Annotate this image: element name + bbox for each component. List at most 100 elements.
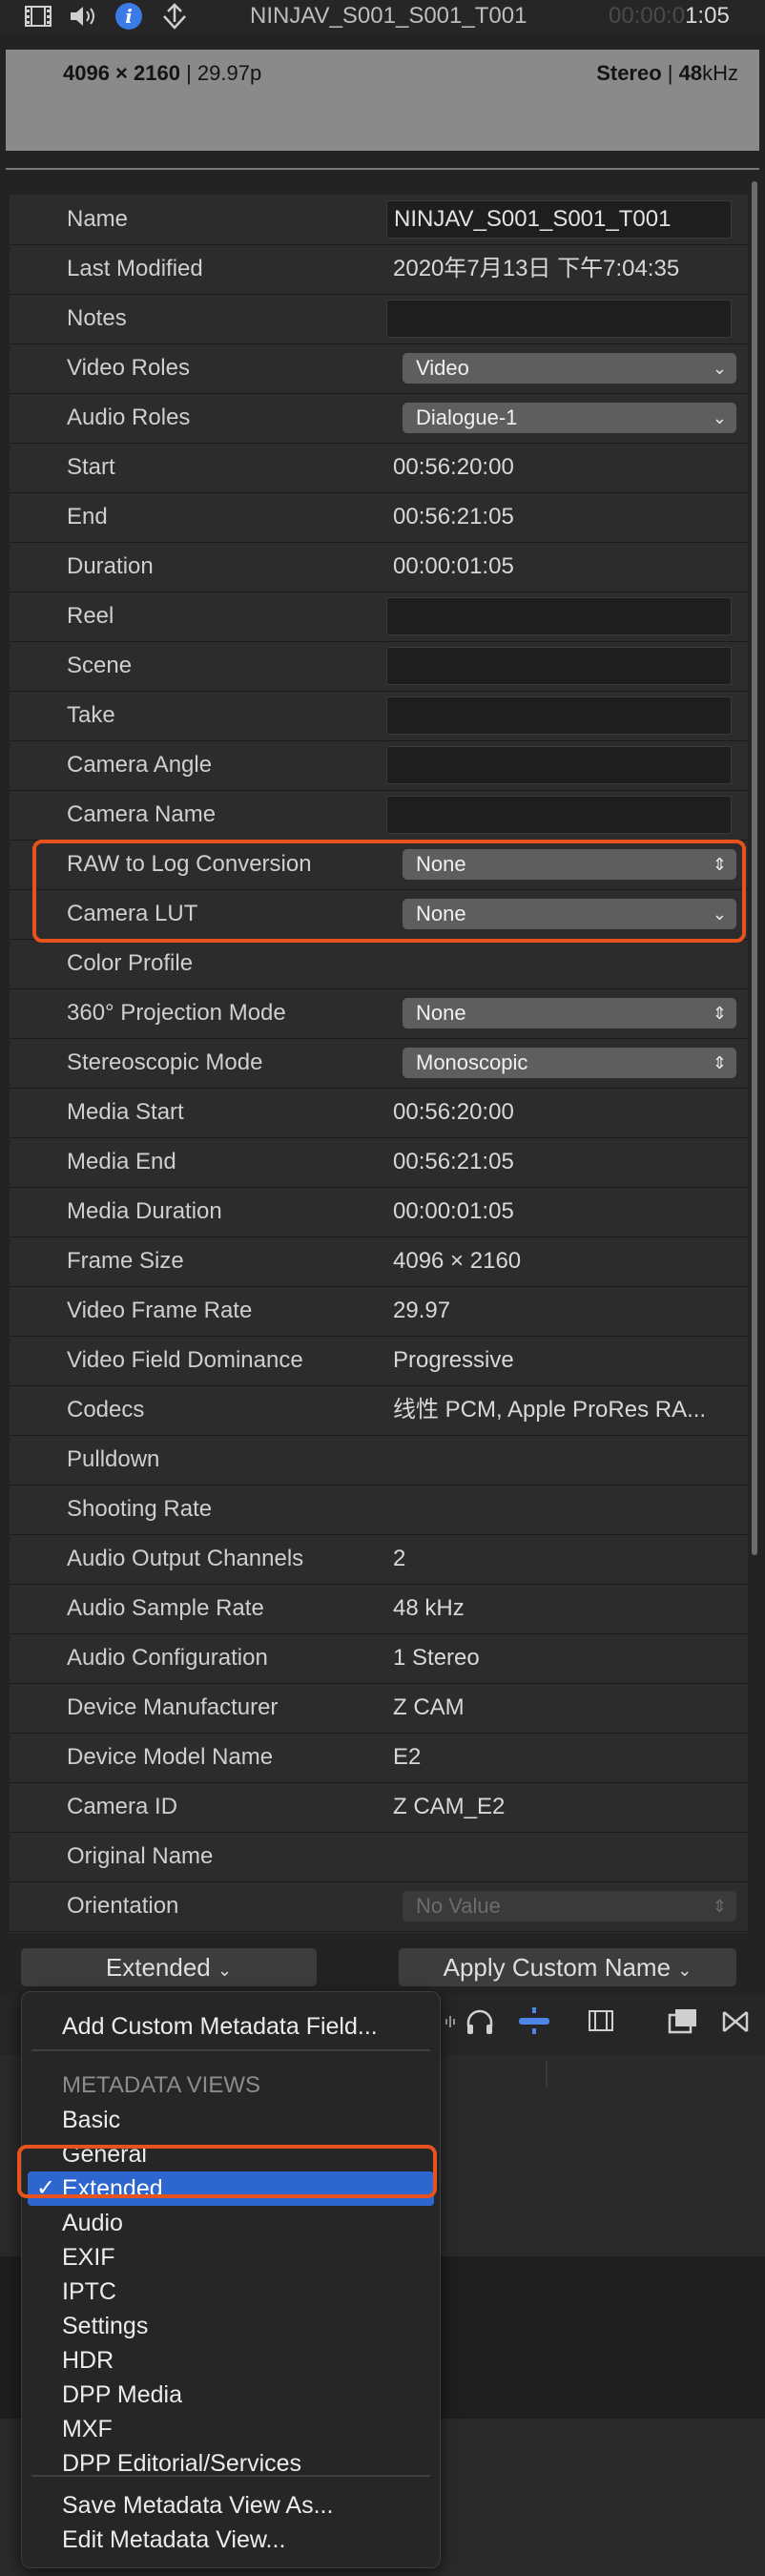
row-value bbox=[393, 939, 736, 988]
stereoscopic-mode-select[interactable]: Monoscopic ⇕ bbox=[403, 1048, 736, 1078]
row-label: Shooting Rate bbox=[67, 1496, 213, 1522]
metadata-view-menu: Add Custom Metadata Field... METADATA VI… bbox=[21, 1991, 441, 2568]
metadata-inspector: Name NINJAV_S001_S001_T001 Last Modified… bbox=[10, 195, 748, 1933]
edit-metadata-view-item[interactable]: Edit Metadata View... bbox=[22, 2523, 440, 2557]
menu-separator bbox=[31, 2049, 430, 2051]
row-start: Start 00:56:20:00 bbox=[10, 443, 748, 493]
row-value: 2 bbox=[393, 1546, 406, 1571]
transitions-icon[interactable] bbox=[721, 2009, 750, 2039]
up-down-arrows-icon: ⇕ bbox=[712, 1004, 727, 1023]
row-value: 00:56:20:00 bbox=[393, 1099, 514, 1125]
row-device-model-name: Device Model Name E2 bbox=[10, 1733, 748, 1783]
headphones-icon[interactable] bbox=[465, 2009, 494, 2041]
name-field[interactable]: NINJAV_S001_S001_T001 bbox=[386, 200, 732, 239]
view-item-mxf[interactable]: MXF bbox=[22, 2412, 440, 2446]
row-label: Video Roles bbox=[67, 355, 190, 381]
view-item-settings[interactable]: Settings bbox=[22, 2309, 440, 2343]
highlight-frame bbox=[32, 840, 746, 943]
row-value: 00:00:01:05 bbox=[393, 553, 514, 579]
view-item-exif[interactable]: EXIF bbox=[22, 2240, 440, 2275]
row-notes: Notes bbox=[10, 294, 748, 344]
row-camera-id: Camera ID Z CAM_E2 bbox=[10, 1782, 748, 1833]
menu-section-header: METADATA VIEWS bbox=[62, 2072, 261, 2098]
row-value: Progressive bbox=[393, 1347, 514, 1373]
row-label: Audio Output Channels bbox=[67, 1546, 304, 1571]
row-value bbox=[393, 1832, 736, 1881]
row-value: E2 bbox=[393, 1744, 422, 1770]
projection-mode-select[interactable]: None ⇕ bbox=[403, 998, 736, 1028]
film-icon[interactable] bbox=[23, 2, 53, 31]
row-label: Codecs bbox=[67, 1397, 145, 1423]
video-roles-select[interactable]: Video ⌄ bbox=[403, 353, 736, 384]
notes-field[interactable] bbox=[386, 300, 732, 338]
row-video-roles: Video Roles Video ⌄ bbox=[10, 343, 748, 394]
share-icon[interactable] bbox=[158, 2, 191, 31]
row-orientation: Orientation No Value ⇕ bbox=[10, 1881, 748, 1932]
row-scene: Scene bbox=[10, 641, 748, 692]
row-codecs: Codecs 线性 PCM, Apple ProRes RA... bbox=[10, 1385, 748, 1436]
row-label: Start bbox=[67, 454, 115, 480]
metadata-view-button[interactable]: Extended ⌄ bbox=[21, 1948, 317, 1986]
view-item-basic[interactable]: Basic bbox=[22, 2103, 440, 2137]
clip-format-header: 4096 × 2160 | 29.97p Stereo | 48kHz bbox=[6, 50, 759, 151]
audio-roles-select[interactable]: Dialogue-1 ⌄ bbox=[403, 403, 736, 433]
apply-custom-name-button[interactable]: Apply Custom Name ⌄ bbox=[399, 1948, 736, 1986]
camera-angle-field[interactable] bbox=[386, 746, 732, 784]
take-field[interactable] bbox=[386, 696, 732, 735]
video-format: 4096 × 2160 | 29.97p bbox=[63, 61, 262, 85]
waveform-icon[interactable] bbox=[445, 2011, 458, 2037]
row-value: 00:56:20:00 bbox=[393, 454, 514, 480]
row-label: Reel bbox=[67, 603, 114, 629]
chevron-down-icon: ⌄ bbox=[217, 1961, 233, 1980]
row-value bbox=[393, 1485, 736, 1534]
row-value: 00:56:21:05 bbox=[393, 1149, 514, 1174]
timecode-bright: 1:05 bbox=[685, 3, 730, 29]
clip-timecode: 00:00:01:05 bbox=[609, 0, 730, 32]
apply-button-label: Apply Custom Name bbox=[443, 1953, 672, 1982]
row-take: Take bbox=[10, 691, 748, 741]
window-layout-icon[interactable] bbox=[668, 2007, 698, 2039]
scene-field[interactable] bbox=[386, 647, 732, 685]
speaker-icon[interactable] bbox=[67, 2, 101, 31]
row-label: Media Start bbox=[67, 1099, 184, 1125]
row-value bbox=[393, 1435, 736, 1485]
row-label: Orientation bbox=[67, 1893, 179, 1919]
skimming-icon[interactable] bbox=[517, 2005, 551, 2041]
inspector-toolbar: i NINJAV_S001_S001_T001 00:00:01:05 bbox=[0, 0, 765, 32]
svg-text:i: i bbox=[125, 5, 133, 28]
frame-rate-summary: 29.97p bbox=[196, 61, 262, 85]
row-label: Take bbox=[67, 702, 115, 728]
row-last-modified: Last Modified 2020年7月13日 下午7:04:35 bbox=[10, 244, 748, 295]
row-label: Stereoscopic Mode bbox=[67, 1049, 263, 1075]
row-label: Video Frame Rate bbox=[67, 1298, 253, 1323]
select-value: No Value bbox=[416, 1894, 501, 1918]
add-custom-field-item[interactable]: Add Custom Metadata Field... bbox=[22, 2009, 440, 2044]
row-label: End bbox=[67, 504, 108, 530]
view-item-audio[interactable]: Audio bbox=[22, 2206, 440, 2240]
row-value: Z CAM bbox=[393, 1694, 465, 1720]
reel-field[interactable] bbox=[386, 597, 732, 635]
save-metadata-view-item[interactable]: Save Metadata View As... bbox=[22, 2488, 440, 2523]
row-color-profile: Color Profile bbox=[10, 939, 748, 989]
row-original-name: Original Name bbox=[10, 1832, 748, 1882]
view-item-iptc[interactable]: IPTC bbox=[22, 2275, 440, 2309]
inspector-scrollbar[interactable] bbox=[752, 181, 757, 1555]
row-audio-sample-rate: Audio Sample Rate 48 kHz bbox=[10, 1584, 748, 1634]
row-label: Camera ID bbox=[67, 1794, 178, 1819]
row-value: 1 Stereo bbox=[393, 1645, 480, 1671]
row-stereoscopic-mode: Stereoscopic Mode Monoscopic ⇕ bbox=[10, 1038, 748, 1089]
view-button-label: Extended bbox=[105, 1953, 211, 1982]
view-item-dpp-media[interactable]: DPP Media bbox=[22, 2378, 440, 2412]
select-value: Video bbox=[416, 356, 469, 380]
info-icon[interactable]: i bbox=[113, 2, 145, 31]
row-value: 2020年7月13日 下午7:04:35 bbox=[393, 256, 680, 281]
camera-name-field[interactable] bbox=[386, 796, 732, 834]
audio-rate-value: 48 bbox=[678, 61, 703, 85]
row-label: Notes bbox=[67, 305, 127, 331]
up-down-arrows-icon: ⇕ bbox=[712, 1053, 727, 1072]
clip-appearance-icon[interactable] bbox=[588, 2009, 614, 2037]
row-label: Audio Configuration bbox=[67, 1645, 268, 1671]
row-label: Frame Size bbox=[67, 1248, 184, 1274]
row-label: Color Profile bbox=[67, 950, 194, 976]
view-item-hdr[interactable]: HDR bbox=[22, 2343, 440, 2378]
